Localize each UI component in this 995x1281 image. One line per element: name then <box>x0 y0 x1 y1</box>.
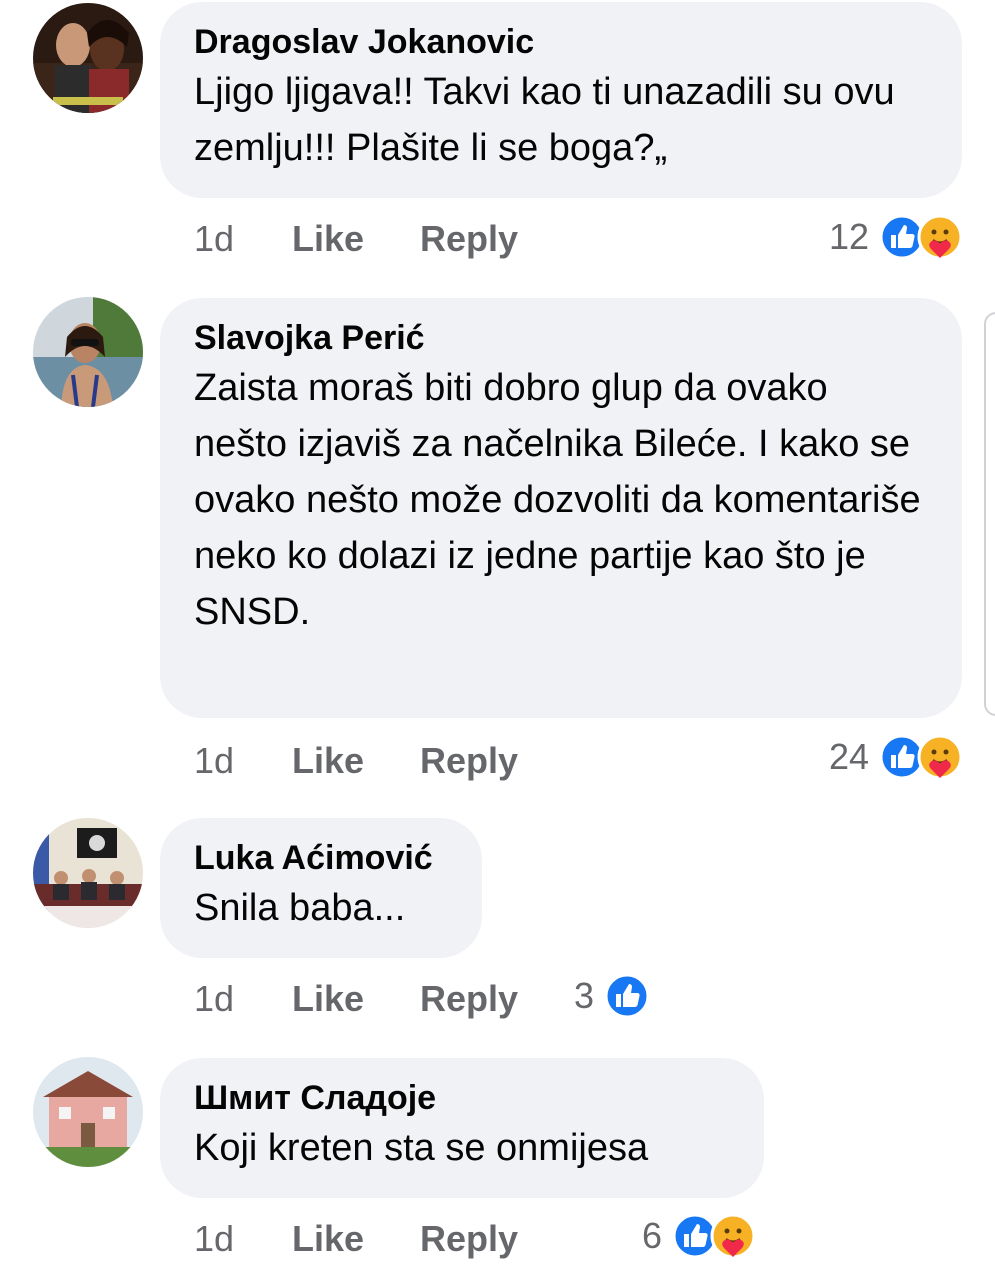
scrollbar[interactable] <box>984 312 995 716</box>
comment-text: Snila baba... <box>194 887 406 929</box>
care-icon <box>917 734 963 780</box>
reaction-summary[interactable]: 3 <box>574 971 650 1021</box>
comment-bubble: Dragoslav Jokanovic Ljigo ljigava!! Takv… <box>160 2 962 198</box>
comment-text: Koji kreten sta se onmijesa <box>194 1127 649 1169</box>
comment-text: Zaista moraš biti dobro glup da ovako ne… <box>194 367 921 633</box>
comment-actions: 1d Like Reply <box>194 974 518 1024</box>
avatar[interactable] <box>33 297 143 407</box>
avatar[interactable] <box>33 3 143 113</box>
reaction-count: 24 <box>828 736 869 777</box>
reply-button[interactable]: Reply <box>420 978 518 1020</box>
comment-actions: 1d Like Reply <box>194 1214 518 1264</box>
care-icon <box>710 1213 756 1259</box>
reaction-summary[interactable]: 12 <box>829 212 963 262</box>
reaction-count: 3 <box>574 975 595 1016</box>
comment-timestamp[interactable]: 1d <box>194 1218 292 1260</box>
comment-bubble: Slavojka Perić Zaista moraš biti dobro g… <box>160 298 962 718</box>
reaction-count: 6 <box>642 1215 663 1256</box>
reply-button[interactable]: Reply <box>420 740 518 782</box>
comment-timestamp[interactable]: 1d <box>194 218 292 260</box>
comment-author[interactable]: Slavojka Perić <box>194 316 928 360</box>
care-icon <box>917 214 963 260</box>
comment-actions: 1d Like Reply <box>194 214 518 264</box>
avatar[interactable] <box>33 1057 143 1167</box>
like-icon <box>604 973 650 1019</box>
like-button[interactable]: Like <box>292 218 420 260</box>
comment-timestamp[interactable]: 1d <box>194 740 292 782</box>
comment-author[interactable]: Dragoslav Jokanovic <box>194 20 928 64</box>
reaction-summary[interactable]: 6 <box>642 1211 756 1261</box>
reaction-count: 12 <box>828 216 869 257</box>
comment-timestamp[interactable]: 1d <box>194 978 292 1020</box>
reply-button[interactable]: Reply <box>420 1218 518 1260</box>
comment-bubble: Шмит Сладоје Koji kreten sta se onmijesa <box>160 1058 764 1198</box>
comment-author[interactable]: Luka Aćimović <box>194 836 448 880</box>
like-button[interactable]: Like <box>292 740 420 782</box>
comment-text: Ljigo ljigava!! Takvi kao ti unazadili s… <box>194 71 895 169</box>
comment-actions: 1d Like Reply <box>194 736 518 786</box>
comment-bubble: Luka Aćimović Snila baba... <box>160 818 482 958</box>
reaction-summary[interactable]: 24 <box>829 732 963 782</box>
like-button[interactable]: Like <box>292 978 420 1020</box>
comment-author[interactable]: Шмит Сладоје <box>194 1076 730 1120</box>
like-button[interactable]: Like <box>292 1218 420 1260</box>
reply-button[interactable]: Reply <box>420 218 518 260</box>
avatar[interactable] <box>33 818 143 928</box>
